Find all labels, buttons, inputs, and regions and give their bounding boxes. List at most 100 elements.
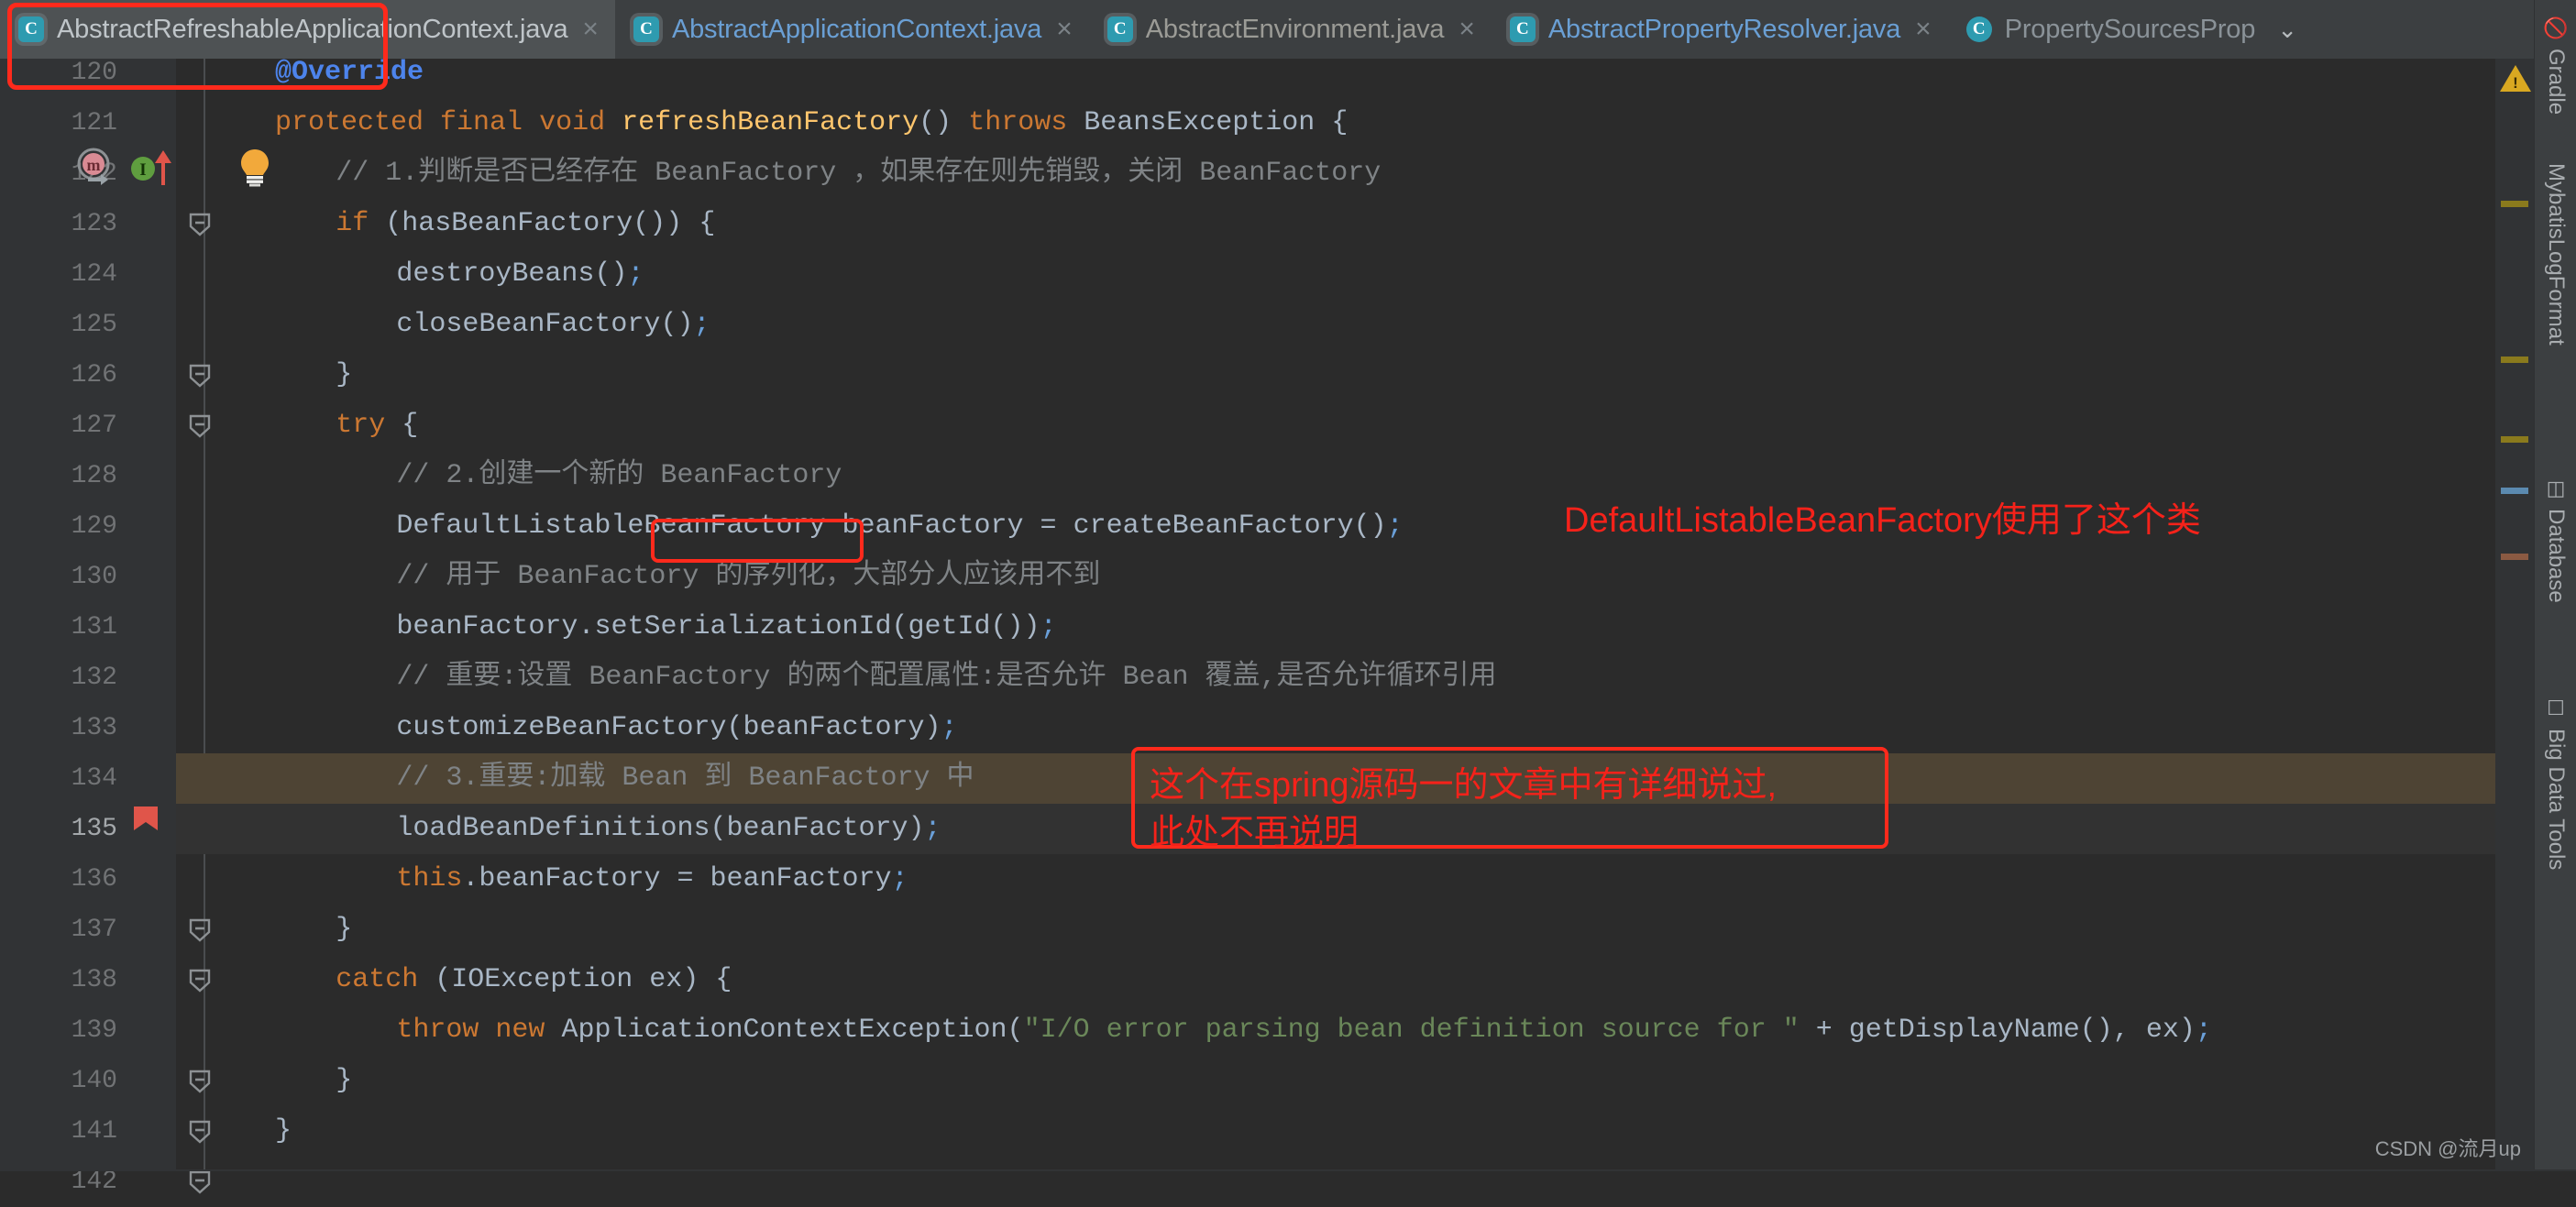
tool-window-gradle[interactable]: 🚫 Gradle <box>2535 16 2576 115</box>
tab-close-icon[interactable]: × <box>1056 16 1073 43</box>
line-number: 140 <box>71 1067 117 1095</box>
error-stripe-mark[interactable] <box>2501 357 2528 363</box>
code-line[interactable]: 124 destroyBeans(); <box>0 249 2576 300</box>
tool-window-bigdatatools[interactable]: ☐ Big Data Tools <box>2535 697 2576 870</box>
tool-window-mybatislogformat[interactable]: MybatisLogFormat <box>2535 163 2576 346</box>
tab-close-icon[interactable]: × <box>582 16 599 43</box>
tab-label: AbstractApplicationContext.java <box>671 14 1042 44</box>
warning-triangle-icon[interactable]: ! <box>2499 63 2532 99</box>
code-line[interactable]: 136 this.beanFactory = beanFactory; <box>0 854 2576 905</box>
code-line[interactable]: 121 protected final void refreshBeanFacto… <box>0 98 2576 148</box>
tool-window-database[interactable]: ◫ Database <box>2535 477 2576 603</box>
code-line[interactable]: 130 // 用于 BeanFactory 的序列化，大部分人应该用不到 <box>0 552 2576 602</box>
line-number: 137 <box>71 916 117 944</box>
tab-label: AbstractRefreshableApplicationContext.ja… <box>57 14 568 44</box>
svg-text:!: ! <box>2513 74 2518 92</box>
override-method-icon[interactable]: I <box>128 145 180 193</box>
code-line[interactable]: 126} <box>0 350 2576 401</box>
code-text: // 用于 BeanFactory 的序列化，大部分人应该用不到 <box>396 561 1101 592</box>
tab-label: AbstractEnvironment.java <box>1145 14 1445 44</box>
line-number: 121 <box>71 109 117 137</box>
code-line[interactable]: 140} <box>0 1056 2576 1106</box>
bookmark-icon[interactable] <box>128 801 163 840</box>
line-number: 133 <box>71 714 117 742</box>
tab-close-icon[interactable]: × <box>1915 16 1932 43</box>
code-text: try { <box>336 410 419 441</box>
code-fold-marker[interactable] <box>188 1119 214 1145</box>
code-fold-marker[interactable] <box>188 968 214 993</box>
code-fold-marker[interactable] <box>188 363 214 389</box>
code-text: catch (IOException ex) { <box>336 964 732 995</box>
code-line[interactable]: 123 if (hasBeanFactory()) { <box>0 199 2576 249</box>
code-line[interactable]: 138 catch (IOException ex) { <box>0 955 2576 1005</box>
svg-text:I: I <box>139 160 146 180</box>
tool-window-label: Big Data Tools <box>2544 729 2569 871</box>
tool-window-label: Gradle <box>2544 49 2569 115</box>
bigdata-icon: ☐ <box>2547 697 2565 719</box>
code-editor[interactable]: 120 @Override 121 protected final void refr… <box>0 57 2576 1196</box>
code-text: this.beanFactory = beanFactory; <box>396 863 908 894</box>
line-number: 127 <box>71 411 117 440</box>
line-number: 124 <box>71 260 117 289</box>
elephant-icon: 🚫 <box>2543 16 2569 39</box>
line-number: 126 <box>71 361 117 390</box>
error-stripe-mark[interactable] <box>2501 201 2528 207</box>
code-text: // 1.判断是否已经存在 BeanFactory ，如果存在则先销毁，关闭 B… <box>336 158 1382 189</box>
error-stripe-scrollbar[interactable] <box>2495 59 2534 1171</box>
tool-window-label: MybatisLogFormat <box>2544 163 2569 346</box>
error-stripe-mark[interactable] <box>2501 436 2528 443</box>
code-text: // 重要:设置 BeanFactory 的两个配置属性:是否允许 Bean 覆… <box>396 662 1497 693</box>
error-stripe-mark[interactable] <box>2501 488 2528 494</box>
annotation-note-2-line1: 这个在spring源码一的文章中有详细说过, <box>1150 766 1778 805</box>
code-text: if (hasBeanFactory()) { <box>336 208 716 239</box>
tool-window-label: Database <box>2544 509 2569 603</box>
code-fold-marker[interactable] <box>188 1169 214 1195</box>
code-line[interactable]: 122// 1.判断是否已经存在 BeanFactory ，如果存在则先销毁，关… <box>0 148 2576 199</box>
line-number: 132 <box>71 664 117 692</box>
code-line[interactable]: 139 throw new ApplicationContextException… <box>0 1005 2576 1056</box>
mutation-coverage-icon[interactable]: m <box>73 145 117 193</box>
line-number: 136 <box>71 865 117 894</box>
tab-label: AbstractPropertyResolver.java <box>1547 14 1901 44</box>
code-line[interactable]: 133 customizeBeanFactory(beanFactory); <box>0 703 2576 753</box>
code-line[interactable]: 125 closeBeanFactory(); <box>0 300 2576 350</box>
line-number: 131 <box>71 613 117 642</box>
line-number: 123 <box>71 210 117 238</box>
intention-bulb-icon[interactable] <box>237 147 273 192</box>
tab-close-icon[interactable]: × <box>1459 16 1475 43</box>
code-text: destroyBeans(); <box>396 258 644 290</box>
code-line[interactable]: 120 @Override <box>0 48 2576 98</box>
svg-text:m: m <box>87 156 101 174</box>
line-number: 120 <box>71 59 117 87</box>
database-icon: ◫ <box>2546 477 2566 499</box>
code-text: closeBeanFactory(); <box>396 309 710 340</box>
code-line[interactable]: 128 // 2.创建一个新的 BeanFactory <box>0 451 2576 501</box>
code-text: } <box>275 1115 292 1147</box>
code-fold-marker[interactable] <box>188 212 214 237</box>
code-text: } <box>336 1065 353 1096</box>
java-class-icon: C <box>1106 16 1133 42</box>
code-fold-marker[interactable] <box>188 917 214 943</box>
code-line[interactable]: 131 beanFactory.setSerializationId(getId(… <box>0 602 2576 653</box>
watermark: CSDN @流月up <box>2374 1137 2521 1160</box>
code-line[interactable]: 142 <box>0 1157 2576 1207</box>
code-text: DefaultListableBeanFactory beanFactory =… <box>396 510 1404 542</box>
code-text: } <box>336 914 353 945</box>
line-number: 139 <box>71 1016 117 1045</box>
line-number: 135 <box>71 815 117 843</box>
java-class-icon: C <box>1509 16 1536 42</box>
code-line[interactable]: 137} <box>0 905 2576 955</box>
code-line[interactable]: 141} <box>0 1106 2576 1157</box>
code-line[interactable]: 127 try { <box>0 401 2576 451</box>
java-class-icon: C <box>1965 16 1992 42</box>
code-text: // 2.创建一个新的 BeanFactory <box>396 460 842 491</box>
code-text: customizeBeanFactory(beanFactory); <box>396 712 958 743</box>
line-number: 129 <box>71 512 117 541</box>
code-text: beanFactory.setSerializationId(getId()); <box>396 611 1057 642</box>
code-fold-marker[interactable] <box>188 413 214 439</box>
line-number: 134 <box>71 764 117 793</box>
code-line[interactable]: 132 // 重要:设置 BeanFactory 的两个配置属性:是否允许 Bea… <box>0 653 2576 703</box>
code-fold-marker[interactable] <box>188 1069 214 1094</box>
code-text: protected final void refreshBeanFactory(… <box>275 107 1349 138</box>
error-stripe-mark[interactable] <box>2501 554 2528 560</box>
